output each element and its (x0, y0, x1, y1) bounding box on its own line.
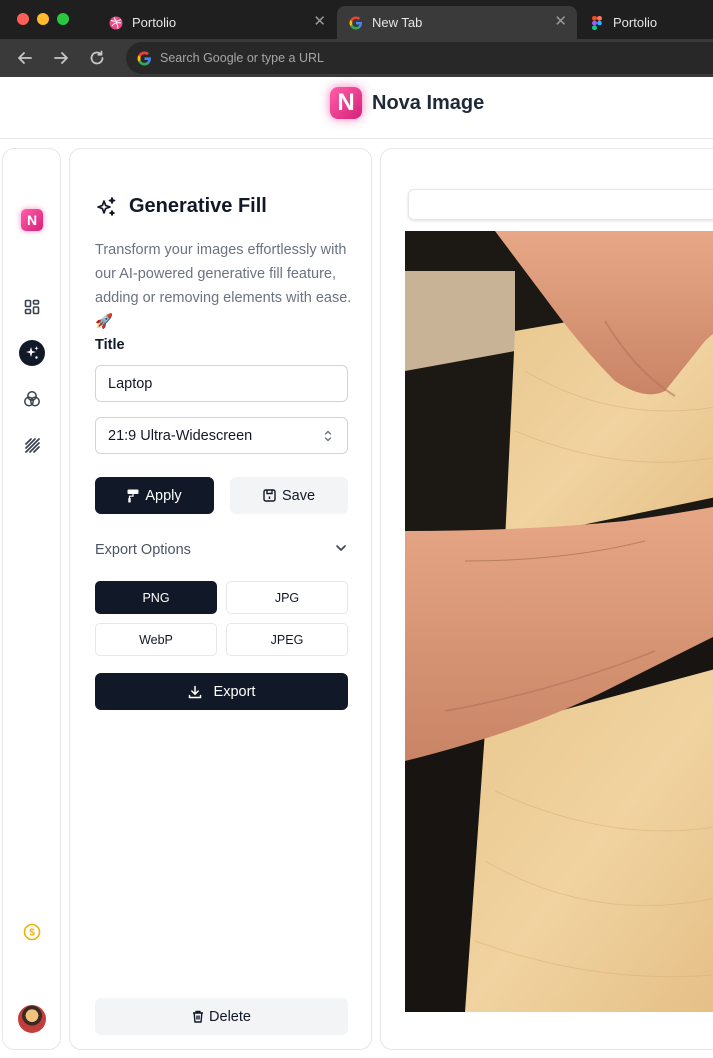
tab-title: New Tab (372, 15, 423, 30)
delete-button-label: Delete (209, 1008, 251, 1025)
export-options-toggle[interactable]: Export Options (95, 539, 348, 561)
save-button[interactable]: Save (230, 477, 348, 514)
save-icon (263, 489, 276, 502)
panel-description: Transform your images effortlessly with … (95, 242, 352, 330)
tab-title: Portolio (132, 15, 177, 30)
browser-tab-portolio[interactable]: Portolio ✕ (96, 6, 336, 39)
export-options-label: Export Options (95, 542, 191, 558)
app-name: Nova Image (372, 91, 485, 114)
avatar[interactable] (18, 1005, 46, 1033)
edited-image[interactable] (405, 231, 713, 1012)
close-tab-icon[interactable]: ✕ (554, 14, 567, 30)
grid-icon[interactable] (19, 294, 45, 320)
dribbble-icon (109, 16, 123, 30)
tab-title: Portolio (613, 15, 658, 30)
nova-logo-icon: N (330, 87, 362, 119)
brand[interactable]: N Nova Image (330, 87, 484, 119)
forward-arrow-icon[interactable] (50, 47, 72, 69)
image-canvas-area (380, 148, 713, 1050)
title-label: Title (95, 337, 125, 353)
format-jpeg-option[interactable]: JPEG (226, 623, 348, 656)
aspect-ratio-value: 21:9 Ultra-Widescreen (108, 427, 253, 444)
browser-tab-new-tab[interactable]: New Tab ✕ (337, 6, 577, 39)
delete-button[interactable]: Delete (95, 998, 348, 1035)
minimize-window-button[interactable] (37, 13, 49, 25)
svg-text:$: $ (29, 928, 35, 939)
sidebar-rail: N $ (2, 148, 61, 1050)
circles-icon[interactable] (19, 386, 45, 412)
generative-fill-panel: Generative Fill Transform your images ef… (69, 148, 372, 1050)
close-tab-icon[interactable]: ✕ (313, 14, 326, 30)
sparkles-icon[interactable] (19, 340, 45, 366)
apply-button[interactable]: Apply (95, 477, 214, 514)
app-header: N Nova Image (0, 77, 713, 139)
stripes-icon[interactable] (19, 432, 45, 458)
trash-icon (192, 1010, 204, 1023)
sparkles-icon (95, 196, 117, 218)
save-button-label: Save (281, 487, 316, 504)
chevron-down-icon (334, 541, 348, 559)
address-input[interactable] (160, 51, 560, 65)
format-jpg-option[interactable]: JPG (226, 581, 348, 614)
format-png-option[interactable]: PNG (95, 581, 217, 614)
coin-icon[interactable]: $ (19, 919, 45, 945)
figma-icon (590, 15, 604, 30)
export-button[interactable]: Export (95, 673, 348, 710)
title-input[interactable] (95, 365, 348, 402)
reload-icon[interactable] (86, 47, 108, 69)
address-bar[interactable] (126, 42, 713, 74)
format-webp-option[interactable]: WebP (95, 623, 217, 656)
browser-tab-bar: Portolio ✕ New Tab ✕ Portolio (0, 0, 713, 39)
google-icon (137, 51, 152, 66)
chevron-up-down-icon (323, 428, 333, 444)
back-arrow-icon[interactable] (14, 47, 36, 69)
panel-header: Generative Fill (95, 195, 267, 218)
close-window-button[interactable] (17, 13, 29, 25)
canvas-toolbar (408, 189, 713, 220)
nova-logo-icon[interactable]: N (21, 209, 43, 231)
download-icon (188, 685, 202, 699)
maximize-window-button[interactable] (57, 13, 69, 25)
browser-tab-portolio-figma[interactable]: Portolio (578, 6, 713, 39)
aspect-ratio-select[interactable]: 21:9 Ultra-Widescreen (95, 417, 348, 454)
google-icon (349, 16, 363, 30)
export-button-label: Export (213, 683, 256, 700)
paint-roller-icon (127, 489, 139, 503)
apply-button-label: Apply (145, 487, 182, 504)
browser-toolbar (0, 39, 713, 77)
page-title: Generative Fill (129, 195, 267, 217)
